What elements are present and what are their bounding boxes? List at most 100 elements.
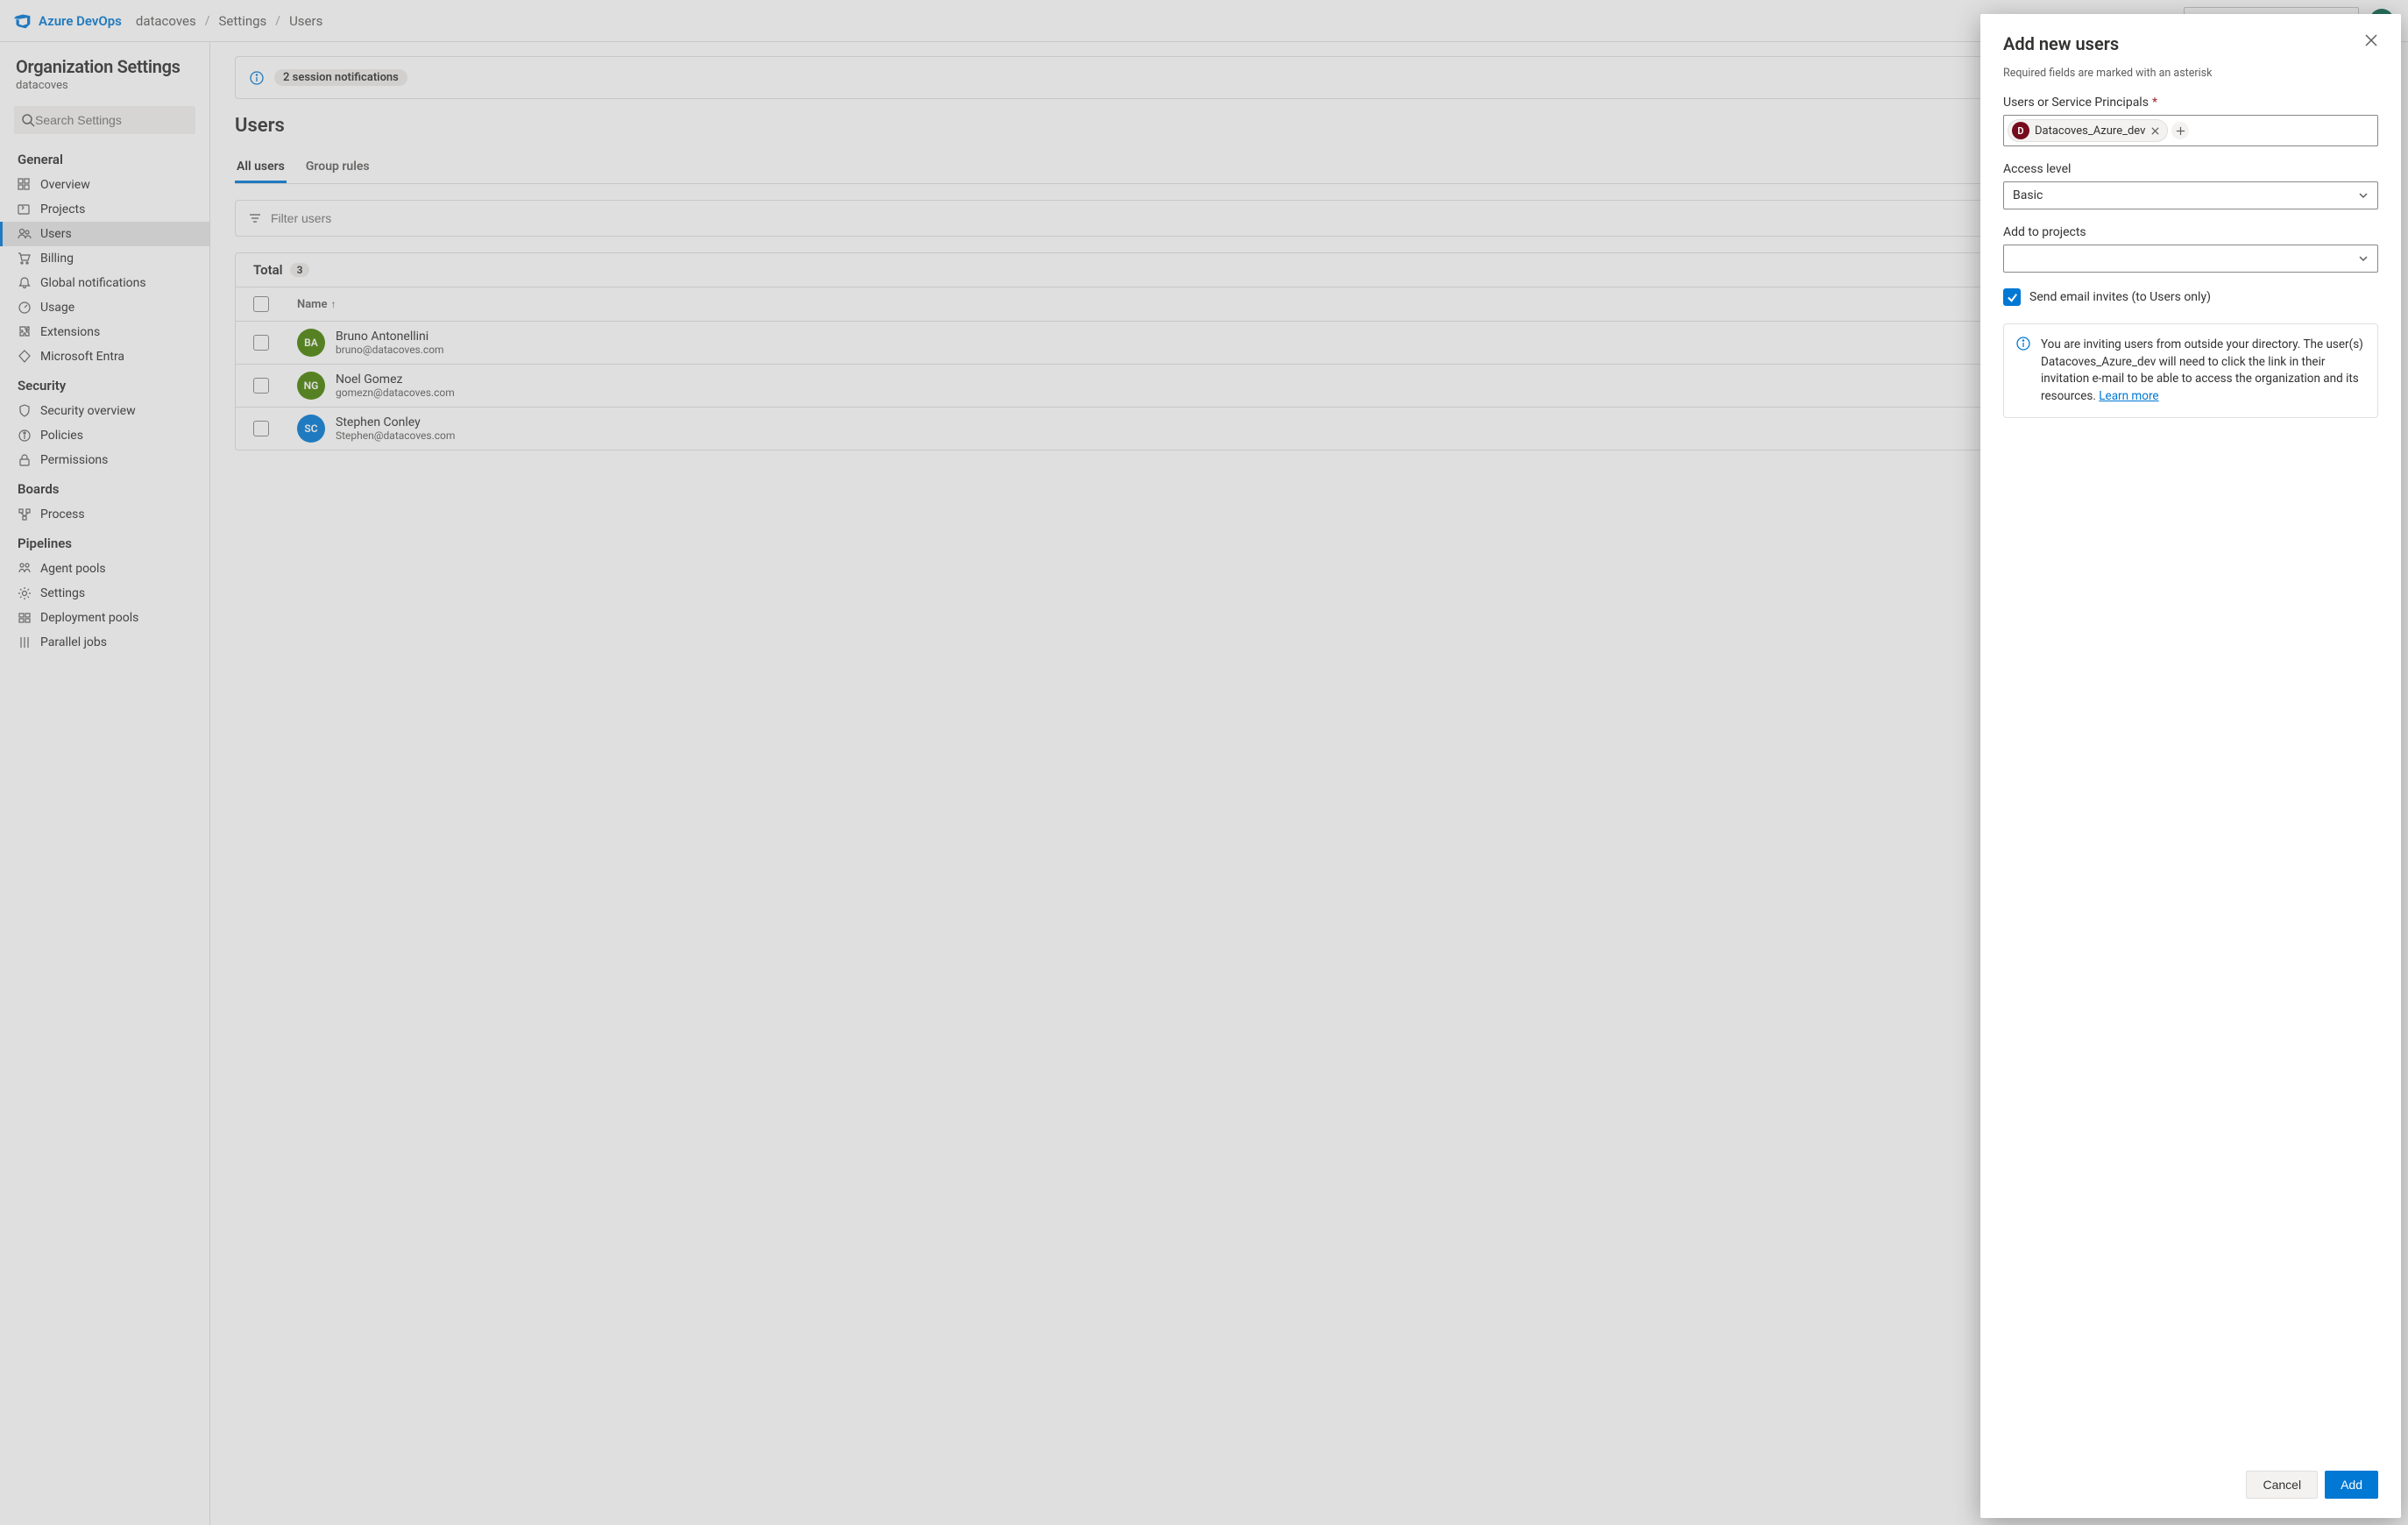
search-settings-input[interactable]: [35, 113, 188, 127]
user-email: Stephen@datacoves.com: [336, 429, 455, 442]
users-input[interactable]: D Datacoves_Azure_dev: [2003, 115, 2378, 146]
remove-chip-icon[interactable]: [2150, 126, 2160, 136]
add-more-button[interactable]: [2171, 122, 2189, 139]
sidebar-item-label: Process: [40, 507, 85, 521]
sidebar-item-global-notifications[interactable]: Global notifications: [0, 271, 209, 295]
chip-avatar: D: [2012, 122, 2029, 139]
breadcrumb-sep: /: [275, 14, 280, 28]
sidebar-item-overview[interactable]: Overview: [0, 173, 209, 197]
users-icon: [18, 227, 32, 241]
sidebar-item-label: Deployment pools: [40, 611, 138, 625]
sidebar-item-process[interactable]: Process: [0, 502, 209, 527]
breadcrumb-sep: /: [205, 14, 210, 28]
gear-icon: [18, 586, 32, 600]
nav-group-header: Boards: [0, 472, 209, 502]
sidebar-item-usage[interactable]: Usage: [0, 295, 209, 320]
sidebar-item-microsoft-entra[interactable]: Microsoft Entra: [0, 344, 209, 369]
breadcrumb-org[interactable]: datacoves: [136, 13, 196, 29]
row-checkbox[interactable]: [253, 378, 269, 394]
breadcrumb-users[interactable]: Users: [289, 13, 322, 29]
cancel-button[interactable]: Cancel: [2246, 1471, 2318, 1499]
info-icon: [250, 71, 264, 85]
sidebar-item-label: Overview: [40, 178, 90, 192]
user-email: gomezn@datacoves.com: [336, 387, 455, 399]
user-avatar: SC: [297, 415, 325, 443]
user-avatar: NG: [297, 372, 325, 400]
row-checkbox[interactable]: [253, 335, 269, 351]
bell-icon: [18, 276, 32, 290]
info-icon: [2016, 337, 2030, 351]
send-email-label: Send email invites (to Users only): [2029, 290, 2211, 304]
sidebar: Organization Settings datacoves GeneralO…: [0, 42, 210, 1525]
cart-icon: [18, 252, 32, 266]
row-checkbox[interactable]: [253, 421, 269, 436]
select-all-checkbox[interactable]: [253, 296, 269, 312]
send-email-checkbox[interactable]: [2003, 288, 2021, 306]
total-count: 3: [290, 263, 310, 277]
sidebar-item-label: Agent pools: [40, 562, 106, 576]
process-icon: [18, 507, 32, 521]
user-chip: D Datacoves_Azure_dev: [2008, 119, 2168, 142]
user-name: Noel Gomez: [336, 372, 455, 387]
close-icon[interactable]: [2364, 33, 2378, 47]
sort-ascending-icon: ↑: [330, 298, 336, 310]
sidebar-item-policies[interactable]: Policies: [0, 423, 209, 448]
entra-icon: [18, 350, 32, 364]
filter-icon: [248, 211, 262, 225]
search-settings[interactable]: [14, 106, 195, 134]
sidebar-item-agent-pools[interactable]: Agent pools: [0, 557, 209, 581]
parallel-icon: [18, 635, 32, 649]
policy-icon: [18, 429, 32, 443]
sidebar-item-label: Security overview: [40, 404, 136, 418]
projects-select[interactable]: [2003, 245, 2378, 273]
org-name: datacoves: [16, 79, 194, 92]
panel-subtitle: Required fields are marked with an aster…: [2003, 67, 2378, 80]
chevron-down-icon: [2358, 253, 2369, 264]
notification-text: 2 session notifications: [274, 69, 407, 86]
sidebar-item-label: Policies: [40, 429, 83, 443]
sidebar-item-label: Extensions: [40, 325, 100, 339]
projects-label: Add to projects: [2003, 225, 2378, 239]
sidebar-item-label: Permissions: [40, 453, 108, 467]
puzzle-icon: [18, 325, 32, 339]
add-button[interactable]: Add: [2325, 1471, 2378, 1499]
gauge-icon: [18, 301, 32, 315]
chip-label: Datacoves_Azure_dev: [2035, 124, 2145, 138]
total-label: Total: [253, 262, 283, 278]
nav-group-header: Pipelines: [0, 527, 209, 557]
nav-group-header: General: [0, 143, 209, 173]
panel-title: Add new users: [2003, 33, 2119, 54]
sidebar-item-security-overview[interactable]: Security overview: [0, 399, 209, 423]
access-level-label: Access level: [2003, 162, 2378, 176]
agent-icon: [18, 562, 32, 576]
access-level-select[interactable]: Basic: [2003, 181, 2378, 209]
breadcrumb-settings[interactable]: Settings: [219, 13, 267, 29]
sidebar-item-billing[interactable]: Billing: [0, 246, 209, 271]
user-email: bruno@datacoves.com: [336, 344, 444, 356]
sidebar-item-users[interactable]: Users: [0, 222, 209, 246]
info-box: You are inviting users from outside your…: [2003, 323, 2378, 418]
sidebar-item-label: Usage: [40, 301, 74, 315]
col-name[interactable]: Name↑: [297, 298, 2190, 311]
sidebar-item-parallel-jobs[interactable]: Parallel jobs: [0, 630, 209, 655]
sidebar-item-label: Global notifications: [40, 276, 146, 290]
tab-group-rules[interactable]: Group rules: [304, 152, 372, 183]
sidebar-item-permissions[interactable]: Permissions: [0, 448, 209, 472]
sidebar-item-label: Microsoft Entra: [40, 350, 124, 364]
sidebar-item-settings[interactable]: Settings: [0, 581, 209, 606]
project-icon: [18, 202, 32, 216]
user-avatar: BA: [297, 329, 325, 357]
azure-devops-logo-icon: [14, 12, 32, 30]
sidebar-item-label: Users: [40, 227, 72, 241]
sidebar-item-deployment-pools[interactable]: Deployment pools: [0, 606, 209, 630]
user-name: Bruno Antonellini: [336, 330, 444, 344]
sidebar-item-extensions[interactable]: Extensions: [0, 320, 209, 344]
shield-icon: [18, 404, 32, 418]
brand-name[interactable]: Azure DevOps: [39, 13, 122, 29]
tab-all-users[interactable]: All users: [235, 152, 287, 183]
grid-icon: [18, 178, 32, 192]
learn-more-link[interactable]: Learn more: [2099, 389, 2158, 403]
plus-icon: [2176, 126, 2185, 136]
sidebar-item-label: Billing: [40, 252, 74, 266]
sidebar-item-projects[interactable]: Projects: [0, 197, 209, 222]
